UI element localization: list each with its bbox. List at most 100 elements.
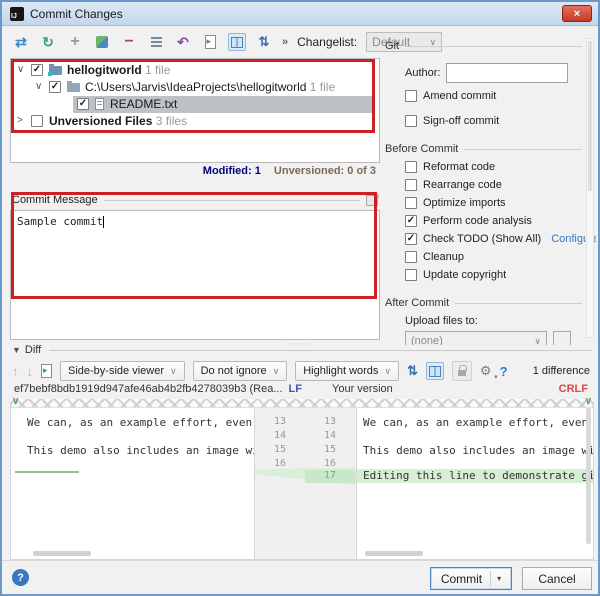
perform-code-analysis-row[interactable]: ✓ Perform code analysis: [405, 215, 532, 227]
revert-button[interactable]: ↶: [174, 33, 192, 51]
cleanup-row[interactable]: Cleanup: [405, 251, 464, 263]
tree-row-project-path[interactable]: ∨ ✓ C:\Users\Jarvis\IdeaProjects\hellogi…: [11, 79, 378, 96]
rollback-button[interactable]: ↻: [39, 33, 57, 51]
disable-editing-toggle[interactable]: [452, 361, 472, 381]
checkbox[interactable]: [405, 90, 417, 102]
checkbox[interactable]: [405, 251, 417, 263]
unversioned-count: Unversioned: 0 of 3: [274, 165, 376, 177]
expand-collapse-button[interactable]: ⇅: [255, 33, 273, 51]
reformat-code-row[interactable]: Reformat code: [405, 161, 495, 173]
commit-dropdown-icon[interactable]: ▾: [497, 574, 501, 583]
checkbox[interactable]: [405, 161, 417, 173]
delete-button[interactable]: −: [120, 33, 138, 51]
title-bar: IJ Commit Changes ×: [2, 2, 598, 26]
folded-lines-strip[interactable]: [10, 399, 594, 408]
insertion-marker: [15, 471, 79, 473]
checkbox[interactable]: ✓: [405, 215, 417, 227]
right-line-ending[interactable]: CRLF: [559, 383, 588, 395]
diff-line: [11, 430, 254, 443]
diff-right-pane[interactable]: We can, as an example effort, even modif…: [356, 399, 594, 560]
vertical-scrollbar-thumb[interactable]: [586, 404, 591, 544]
diff-viewer: ∨ ∨ We can, as an example effort, even m…: [10, 399, 594, 560]
tree-label-text: README.txt: [110, 97, 177, 111]
tree-row-unversioned[interactable]: > Unversioned Files 3 files: [11, 113, 378, 130]
help-button[interactable]: ?: [12, 569, 29, 586]
chevron-expanded-icon[interactable]: ∨: [35, 81, 42, 92]
changelist-label: Changelist:: [297, 35, 357, 49]
divider: [49, 350, 592, 351]
diff-help-button[interactable]: ?: [500, 364, 508, 379]
changes-toolbar: ⇄ ↻ + − ↶ ⇅ » Changelist: Default ∨: [12, 30, 442, 54]
checkbox[interactable]: [405, 197, 417, 209]
update-copyright-row[interactable]: Update copyright: [405, 269, 506, 281]
move-to-changelist-button[interactable]: [93, 33, 111, 51]
checkbox[interactable]: ✓: [31, 64, 43, 76]
scrollbar-thumb[interactable]: [588, 41, 592, 191]
next-difference-button[interactable]: ↓: [27, 364, 34, 379]
group-by-changelist-button[interactable]: [147, 33, 165, 51]
options-scrollbar[interactable]: [586, 38, 594, 338]
modified-count: Modified: 1: [203, 165, 261, 177]
check-todo-row[interactable]: ✓ Check TODO (Show All) Configure: [405, 233, 596, 245]
chevron-down-icon: ∨: [273, 366, 280, 377]
viewer-type-dropdown[interactable]: Side-by-side viewer ∨: [60, 361, 185, 381]
commit-message-header: Commit Message: [12, 192, 378, 208]
upload-label-text: Upload files to:: [405, 315, 478, 327]
dialog-footer: ? Commit ▾ Cancel: [2, 560, 598, 594]
close-button[interactable]: ×: [562, 5, 592, 22]
checkbox[interactable]: [405, 269, 417, 281]
fold-chevron-icon: ∨: [585, 396, 592, 407]
whitespace-dropdown[interactable]: Do not ignore ∨: [193, 361, 288, 381]
left-line-ending[interactable]: LF: [289, 383, 302, 395]
commit-button[interactable]: Commit ▾: [430, 567, 512, 590]
chevron-expanded-icon[interactable]: ∨: [17, 64, 24, 75]
commit-history-icon[interactable]: [366, 195, 378, 206]
synchronize-scrolling-toggle[interactable]: [426, 362, 444, 380]
diff-title: Diff: [25, 344, 41, 356]
tree-row-hellogitworld[interactable]: ∨ ✓ hellogitworld 1 file: [11, 62, 378, 79]
changes-tree[interactable]: ∨ ✓ hellogitworld 1 file ∨ ✓ C:\Users\Ja…: [10, 58, 380, 163]
cancel-button-label: Cancel: [538, 572, 575, 586]
checkbox[interactable]: [31, 115, 43, 127]
option-label: Perform code analysis: [423, 215, 532, 227]
amend-commit-row[interactable]: Amend commit: [405, 90, 496, 102]
highlight-mode-dropdown[interactable]: Highlight words ∨: [295, 361, 399, 381]
open-diff-window-button[interactable]: [41, 364, 52, 378]
option-label: Update copyright: [423, 269, 506, 281]
checkbox[interactable]: ✓: [49, 81, 61, 93]
checkbox[interactable]: [405, 115, 417, 127]
checkbox[interactable]: ✓: [405, 233, 417, 245]
optimize-imports-row[interactable]: Optimize imports: [405, 197, 506, 209]
status-line: Modified: 1 Unversioned: 0 of 3: [10, 165, 376, 177]
diff-settings-button[interactable]: ⚙▾: [480, 363, 492, 379]
collapse-unchanged-button[interactable]: ⇅: [407, 363, 418, 379]
splitter-grip[interactable]: ∙∙∙∙∙: [287, 339, 308, 348]
commit-message-input[interactable]: Sample commit: [10, 210, 380, 340]
author-input[interactable]: [446, 63, 568, 83]
rearrange-code-row[interactable]: Rearrange code: [405, 179, 502, 191]
move-icon: [96, 36, 108, 48]
checkbox[interactable]: [405, 179, 417, 191]
tree-row-readme[interactable]: ✓ README.txt: [11, 96, 378, 113]
checkbox[interactable]: ✓: [77, 98, 89, 110]
add-button[interactable]: +: [66, 33, 84, 51]
sync-icon: ⇄: [15, 34, 27, 51]
collapse-triangle-icon[interactable]: ▼: [12, 345, 21, 355]
preview-diff-toggle[interactable]: [228, 33, 246, 51]
diff-left-pane[interactable]: We can, as an example effort, even moc T…: [10, 399, 255, 560]
rollback-icon: ↻: [42, 34, 54, 51]
signoff-commit-row[interactable]: Sign-off commit: [405, 115, 499, 127]
previous-difference-button[interactable]: ↑: [12, 364, 19, 379]
cancel-button[interactable]: Cancel: [522, 567, 592, 590]
refresh-changes-button[interactable]: ⇄: [12, 33, 30, 51]
line-number: 14: [305, 430, 355, 443]
diff-line: We can, as an example effort, even modif: [357, 416, 593, 429]
chevron-collapsed-icon[interactable]: >: [17, 115, 23, 126]
whitespace-value: Do not ignore: [201, 365, 267, 377]
horizontal-scrollbar-thumb[interactable]: [365, 551, 423, 556]
show-diff-button[interactable]: [201, 33, 219, 51]
horizontal-scrollbar-thumb[interactable]: [33, 551, 91, 556]
toolbar-overflow-chevron[interactable]: »: [282, 36, 288, 48]
diff-pane-titles: ef7bebf8bdb1919d947afe46ab4b2fb4278039b3…: [14, 383, 590, 398]
tree-suffix: 3 files: [156, 114, 187, 128]
